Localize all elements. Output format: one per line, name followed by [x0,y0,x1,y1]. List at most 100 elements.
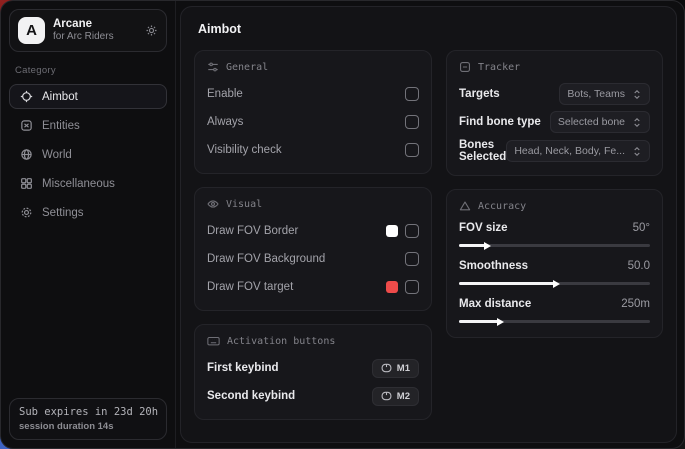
setting-row-draw-fov-border: Draw FOV Border [207,220,419,242]
category-label: Category [15,65,161,76]
slider-thumb[interactable] [553,280,560,288]
slider-fill [459,282,555,285]
sidebar-item-label: Miscellaneous [42,178,115,190]
sidebar-item-label: Aimbot [42,91,78,103]
mouse-icon [381,363,392,373]
draw-fov-border-checkbox[interactable] [405,224,419,238]
draw-fov-background-checkbox[interactable] [405,252,419,266]
sidebar-item-label: Settings [42,207,84,219]
setting-label: Targets [459,88,500,100]
sidebar-item-world[interactable]: World [9,142,167,167]
eye-icon [207,198,219,210]
app-logo: A [18,17,45,44]
fov-size-slider[interactable] [459,242,650,249]
setting-label: Find bone type [459,116,541,128]
sidebar-item-label: Entities [42,120,80,132]
chevron-up-down-icon [632,117,642,128]
slider-thumb[interactable] [497,318,504,326]
subscription-expiry: Sub expires in 23d 20h [19,406,157,418]
sidebar-item-entities[interactable]: Entities [9,113,167,138]
keybind-value: M1 [397,363,410,374]
setting-row-targets: Targets Bots, Teams [459,83,650,105]
panel-title: Visual [226,199,262,210]
smoothness-slider[interactable] [459,280,650,287]
brand-gear-icon[interactable] [145,24,158,37]
always-checkbox[interactable] [405,115,419,129]
setting-label: Enable [207,88,243,100]
sidebar-item-aimbot[interactable]: Aimbot [9,84,167,109]
setting-group-fov-size: FOV size 50° [459,222,650,249]
draw-fov-target-checkbox[interactable] [405,280,419,294]
setting-label: FOV size [459,222,508,234]
app-subtitle: for Arc Riders [53,31,137,43]
setting-label: Draw FOV Border [207,225,298,237]
page-title: Aimbot [198,22,663,36]
fov-border-color-swatch[interactable] [386,225,398,237]
entities-icon [20,119,33,132]
slider-fill [459,244,486,247]
setting-group-max-distance: Max distance 250m [459,298,650,325]
sidebar: A Arcane for Arc Riders Category [1,1,176,448]
enable-checkbox[interactable] [405,87,419,101]
setting-label: Draw FOV Background [207,253,325,265]
panel-activation-buttons: Activation buttons First keybind [194,324,432,420]
find-bone-type-dropdown[interactable]: Selected bone [550,111,650,133]
triangle-icon [459,200,471,212]
panel-visual: Visual Draw FOV Border Draw FOV Backgrou… [194,187,432,311]
sidebar-item-settings[interactable]: Settings [9,200,167,225]
setting-row-draw-fov-background: Draw FOV Background [207,248,419,270]
setting-row-visibility-check: Visibility check [207,139,419,161]
scan-box-icon [459,61,471,73]
max-distance-slider[interactable] [459,318,650,325]
gear-icon [20,206,33,219]
app-window: A Arcane for Arc Riders Category [0,0,685,449]
dropdown-value: Selected bone [558,116,625,128]
setting-row-enable: Enable [207,83,419,105]
second-keybind-button[interactable]: M2 [372,387,419,406]
slider-value: 50.0 [628,260,650,272]
setting-group-smoothness: Smoothness 50.0 [459,260,650,287]
setting-label: First keybind [207,362,279,374]
brand-card: A Arcane for Arc Riders [9,9,167,52]
bones-selected-dropdown[interactable]: Head, Neck, Body, Fe... [506,140,650,162]
targets-dropdown[interactable]: Bots, Teams [559,83,650,105]
sidebar-item-miscellaneous[interactable]: Miscellaneous [9,171,167,196]
main-area: Aimbot [176,1,684,448]
chevron-up-down-icon [632,89,642,100]
sliders-icon [207,61,219,73]
subscription-card: Sub expires in 23d 20h session duration … [9,398,167,440]
crosshair-icon [20,90,33,103]
panel-tracker: Tracker Targets Bots, Teams [446,50,663,176]
first-keybind-button[interactable]: M1 [372,359,419,378]
slider-thumb[interactable] [484,242,491,250]
sidebar-nav: Aimbot Entities [9,84,167,225]
mouse-icon [381,391,392,401]
setting-row-find-bone-type: Find bone type Selected bone [459,111,650,133]
setting-row-bones-selected: Bones Selected Head, Neck, Body, Fe... [459,139,650,163]
visibility-check-checkbox[interactable] [405,143,419,157]
slider-value: 50° [633,222,650,234]
dropdown-value: Bots, Teams [567,88,625,100]
setting-label: Always [207,116,243,128]
setting-label: Bones Selected [459,139,506,163]
panel-accuracy: Accuracy FOV size 50° [446,189,663,338]
slider-value: 250m [621,298,650,310]
panel-title: Tracker [478,62,520,73]
setting-row-second-keybind: Second keybind M2 [207,385,419,407]
panel-title: Activation buttons [227,336,335,347]
sidebar-item-label: World [42,149,72,161]
setting-row-always: Always [207,111,419,133]
setting-row-first-keybind: First keybind M1 [207,357,419,379]
panel-general: General Enable Always [194,50,432,174]
session-duration: session duration 14s [19,421,157,432]
grid-icon [20,177,33,190]
setting-row-draw-fov-target: Draw FOV target [207,276,419,298]
setting-label: Visibility check [207,144,282,156]
fov-target-color-swatch[interactable] [386,281,398,293]
setting-label: Max distance [459,298,531,310]
setting-label: Smoothness [459,260,528,272]
keyboard-icon [207,335,220,347]
main-surface: Aimbot [180,6,677,443]
panel-title: Accuracy [478,201,526,212]
slider-fill [459,320,499,323]
